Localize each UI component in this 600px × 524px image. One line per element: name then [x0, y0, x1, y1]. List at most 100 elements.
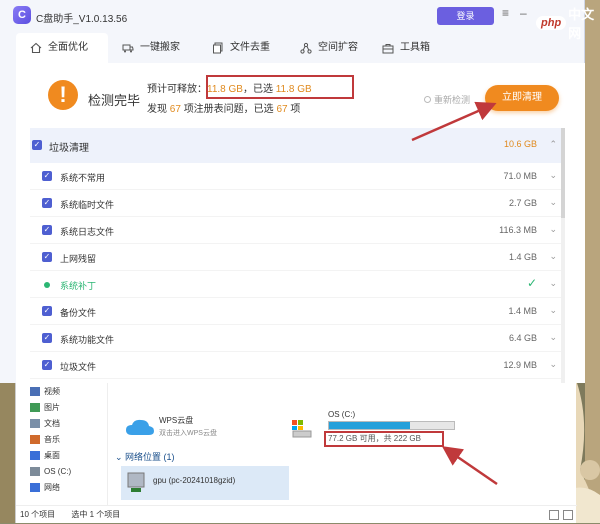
- status-dot: [44, 282, 50, 288]
- check-icon: ✓: [526, 276, 537, 290]
- rescan-button[interactable]: 重新检测: [424, 93, 470, 106]
- row-checkbox[interactable]: ✓: [42, 198, 52, 208]
- junk-row[interactable]: ✓ 系统临时文件 2.7 GB ⌄: [30, 190, 565, 217]
- junk-category-header[interactable]: ✓ 垃圾清理 10.6 GB ⌃: [30, 128, 565, 163]
- junk-row-size: 1.4 MB: [508, 306, 537, 316]
- truck-icon: [122, 44, 134, 53]
- home-icon: [30, 42, 42, 54]
- drive-name[interactable]: OS (C:): [328, 410, 355, 419]
- network-location-label: gpu (pc-20241018gzid): [153, 476, 236, 485]
- junk-row[interactable]: ✓ 垃圾文件 12.9 MB ⌄: [30, 352, 565, 379]
- junk-row-label: 系统不常用: [60, 173, 106, 183]
- title-bar: C C盘助手_V1.0.13.56 登录 ≡ –: [0, 0, 584, 32]
- junk-row[interactable]: ✓ 备份文件 1.4 MB ⌄: [30, 298, 565, 325]
- junk-row-label: 系统日志文件: [60, 227, 115, 237]
- tab-one-click-move[interactable]: 一键搬家: [108, 33, 194, 63]
- junk-row-label: 系统功能文件: [60, 335, 115, 345]
- junk-row-size: 2.7 GB: [508, 198, 537, 208]
- tab-toolbox[interactable]: 工具箱: [368, 33, 444, 63]
- chevron-down-icon[interactable]: ⌄: [549, 278, 557, 289]
- network-locations-header[interactable]: ⌄ 网络位置 (1): [115, 450, 175, 463]
- sidebar-item[interactable]: 网络: [16, 479, 107, 495]
- row-checkbox[interactable]: ✓: [42, 333, 52, 343]
- sidebar-item[interactable]: 视频: [16, 383, 107, 399]
- picture-icon: [30, 402, 40, 412]
- details-view-icon[interactable]: [549, 510, 559, 520]
- sidebar-item-label: 视频: [44, 386, 60, 396]
- sidebar-item[interactable]: 音乐: [16, 431, 107, 447]
- file-explorer-window: 视频 图片 文档 音乐 桌面 OS (C:) 网络 WPS云盘 双击进入WPS云盘 OS (…: [15, 383, 577, 523]
- wps-cloud-title[interactable]: WPS云盘: [159, 415, 193, 426]
- junk-list: ✓ 垃圾清理 10.6 GB ⌃ ✓ 系统不常用 71.0 MB ⌄ ✓ 系统临时文件 2.…: [30, 128, 565, 383]
- exclamation-icon: !: [48, 80, 78, 110]
- chevron-down-icon[interactable]: ⌄: [549, 251, 557, 262]
- tab-full-optimize[interactable]: 全面优化: [16, 33, 108, 63]
- row-checkbox[interactable]: ✓: [42, 171, 52, 181]
- drive-icon: [292, 420, 312, 438]
- status-title: 检测完毕: [88, 93, 141, 108]
- cleaner-app-window: C C盘助手_V1.0.13.56 登录 ≡ – 全面优化 一键搬家 文件去重 …: [0, 0, 585, 383]
- row-checkbox[interactable]: ✓: [42, 225, 52, 235]
- sidebar-item[interactable]: 图片: [16, 399, 107, 415]
- row-checkbox[interactable]: ✓: [42, 306, 52, 316]
- junk-row[interactable]: ✓ 系统功能文件 6.4 GB ⌄: [30, 325, 565, 352]
- expand-icon: [300, 42, 312, 54]
- desktop-icon: [30, 450, 40, 460]
- clean-now-button[interactable]: 立即清理: [485, 85, 559, 111]
- row-checkbox[interactable]: ✓: [42, 360, 52, 370]
- category-size: 10.6 GB: [503, 139, 537, 149]
- release-summary-highlight: [206, 75, 354, 99]
- sidebar-item[interactable]: 桌面: [16, 447, 107, 463]
- chevron-down-icon[interactable]: ⌄: [549, 224, 557, 235]
- minimize-icon[interactable]: –: [520, 6, 527, 20]
- cloud-icon: [126, 419, 154, 435]
- chevron-down-icon[interactable]: ⌄: [549, 197, 557, 208]
- list-scrollbar[interactable]: [561, 128, 565, 383]
- item-count: 10 个项目: [20, 510, 56, 519]
- chevron-down-icon[interactable]: ⌄: [549, 170, 557, 181]
- selected-count: 选中 1 个项目: [71, 510, 121, 519]
- network-icon: [30, 482, 40, 492]
- app-title: C盘助手_V1.0.13.56: [36, 14, 128, 25]
- category-checkbox[interactable]: ✓: [32, 140, 42, 150]
- junk-row[interactable]: 系统补丁 ✓ ⌄: [30, 271, 565, 298]
- chevron-up-icon[interactable]: ⌃: [549, 139, 557, 150]
- junk-row[interactable]: ✓ 系统日志文件 116.3 MB ⌄: [30, 217, 565, 244]
- tab-label: 文件去重: [230, 42, 270, 53]
- chevron-down-icon[interactable]: ⌄: [549, 305, 557, 316]
- drive-info-highlight: [324, 431, 444, 447]
- junk-row[interactable]: ✓ 上网残留 1.4 GB ⌄: [30, 244, 565, 271]
- chevron-down-icon[interactable]: ⌄: [549, 359, 557, 370]
- sidebar-item[interactable]: OS (C:): [16, 463, 107, 479]
- drive-icon: [30, 466, 40, 476]
- tab-label: 空间扩容: [318, 42, 358, 53]
- tab-space-expand[interactable]: 空间扩容: [286, 33, 372, 63]
- tab-label: 一键搬家: [140, 42, 180, 53]
- explorer-sidebar: 视频图片 文档音乐桌面 OS (C:) 网络: [16, 383, 108, 505]
- menu-icon[interactable]: ≡: [502, 6, 509, 20]
- toolbox-icon: [382, 44, 394, 54]
- junk-row-label: 上网残留: [60, 254, 97, 264]
- network-drive-icon: [127, 472, 145, 492]
- sidebar-item-label: 桌面: [44, 450, 60, 460]
- junk-row-size: 71.0 MB: [503, 171, 537, 181]
- tab-label: 全面优化: [48, 42, 88, 53]
- scroll-thumb[interactable]: [561, 128, 565, 218]
- sidebar-item-label: 音乐: [44, 434, 60, 444]
- optimize-panel: ! 检测完毕 预计可释放：11.8 GB，已选 11.8 GB 发现 67 项注…: [16, 63, 585, 383]
- drive-usage-fill: [329, 422, 411, 429]
- sidebar-item[interactable]: 文档: [16, 415, 107, 431]
- chevron-down-icon[interactable]: ⌄: [549, 332, 557, 343]
- network-location-item[interactable]: gpu (pc-20241018gzid): [121, 466, 289, 500]
- video-icon: [30, 386, 40, 396]
- large-icons-view-icon[interactable]: [563, 510, 573, 520]
- junk-row[interactable]: ✓ 系统不常用 71.0 MB ⌄: [30, 163, 565, 190]
- drive-usage-bar: [328, 421, 455, 430]
- login-button[interactable]: 登录: [437, 7, 494, 25]
- copy-icon: [213, 42, 223, 54]
- watermark: php 中文网: [536, 4, 600, 42]
- junk-row-label: 备份文件: [60, 308, 97, 318]
- tab-file-dedupe[interactable]: 文件去重: [198, 33, 284, 63]
- explorer-main: WPS云盘 双击进入WPS云盘 OS (C:) 77.2 GB 可用，共 222…: [109, 383, 577, 505]
- row-checkbox[interactable]: ✓: [42, 252, 52, 262]
